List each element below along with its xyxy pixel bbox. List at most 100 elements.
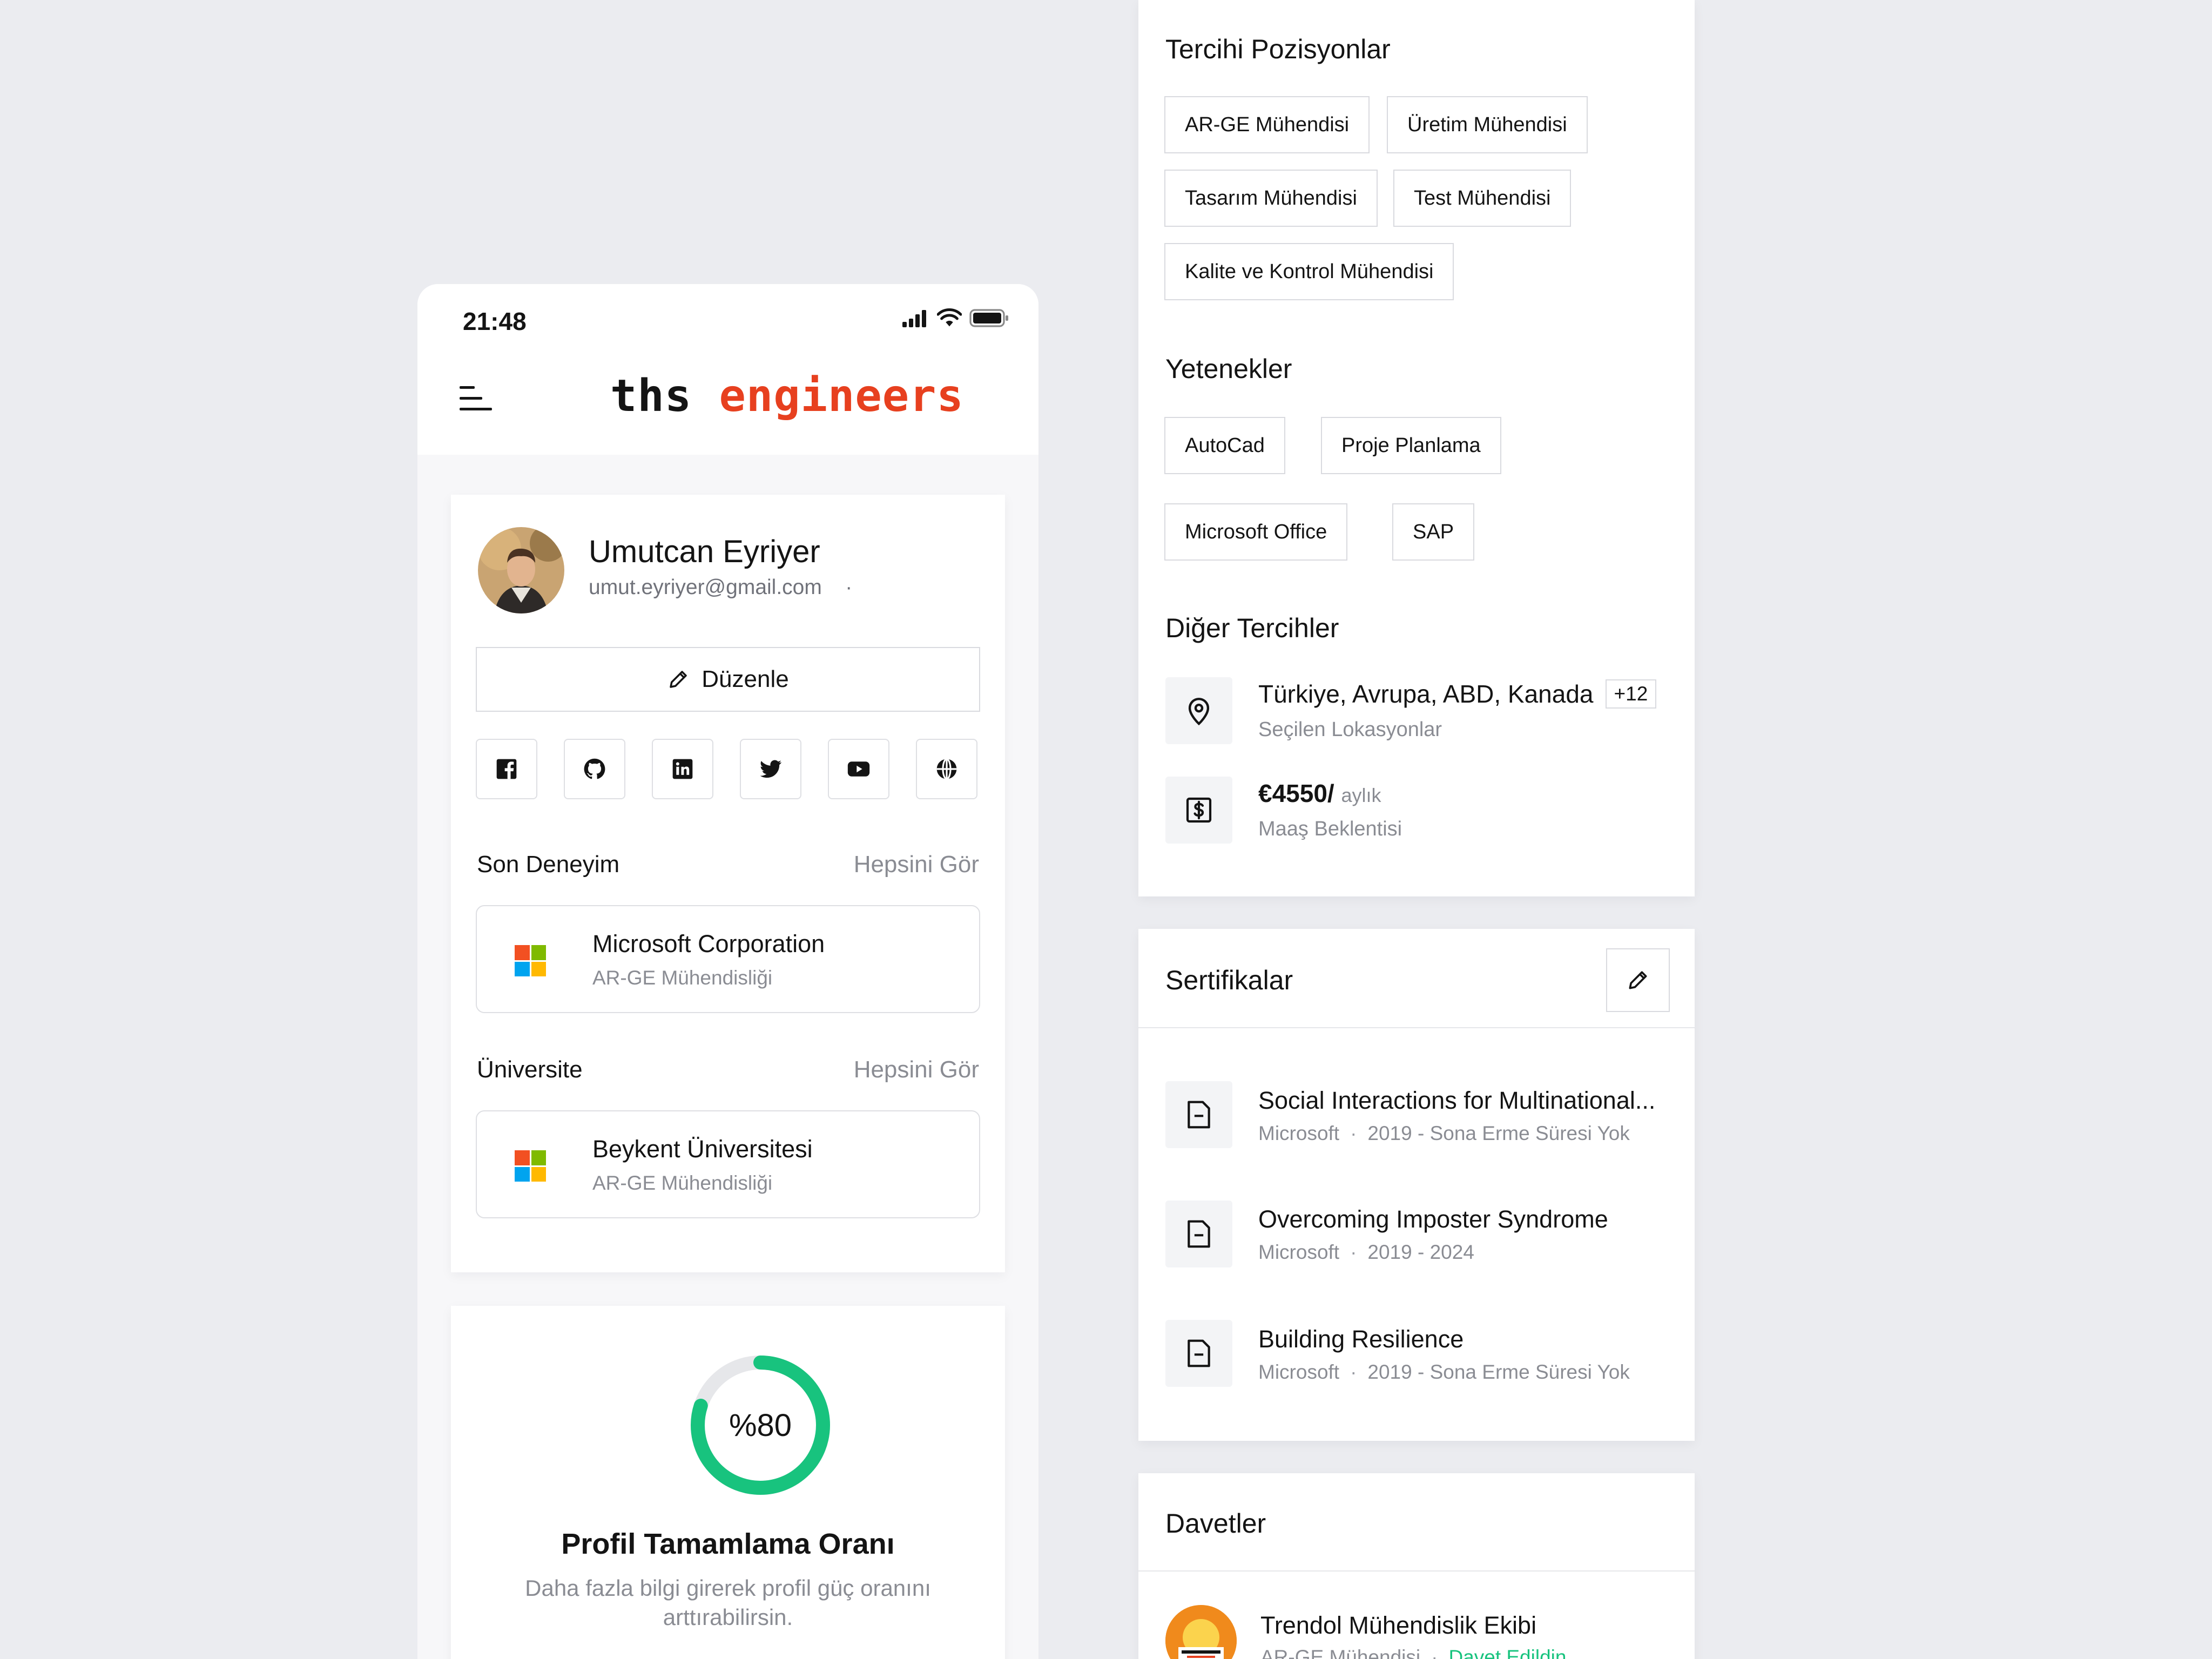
position-chip[interactable]: Test Mühendisi [1393, 170, 1572, 227]
skill-chip[interactable]: Proje Planlama [1321, 417, 1501, 474]
linkedin-icon [672, 759, 693, 779]
position-chip[interactable]: Tasarım Mühendisi [1164, 170, 1378, 227]
edit-certificates-button[interactable] [1606, 948, 1670, 1012]
facebook-button[interactable] [476, 739, 537, 799]
pencil-icon [670, 671, 687, 688]
certificate-issuer: Microsoft [1258, 1241, 1340, 1263]
divider [1138, 1027, 1695, 1028]
salary-unit: aylık [1341, 784, 1381, 806]
completion-title: Profil Tamamlama Oranı [561, 1528, 895, 1560]
avatar [478, 527, 564, 613]
salary-value: €4550/ aylık [1258, 779, 1381, 808]
experience-company: Microsoft Corporation [592, 930, 825, 957]
user-name: Umutcan Eyriyer [589, 534, 820, 569]
university-item[interactable]: Beykent Üniversitesi AR-GE Mühendisliği [476, 1110, 980, 1218]
wifi-icon [937, 308, 962, 327]
salary-label: Maaş Beklentisi [1258, 818, 1402, 840]
website-button[interactable] [916, 739, 977, 799]
twitter-button[interactable] [740, 739, 801, 799]
certificate-title[interactable]: Social Interactions for Multinational... [1258, 1087, 1655, 1115]
email-text: umut.eyriyer@gmail.com [589, 576, 822, 599]
document-icon [1165, 1320, 1232, 1387]
user-email: umut.eyriyer@gmail.com · [589, 576, 852, 599]
team-logo-icon [1165, 1605, 1237, 1659]
certificate-period: 2019 - Sona Erme Süresi Yok [1367, 1361, 1630, 1383]
pencil-icon [1629, 971, 1647, 989]
experience-see-all-link[interactable]: Hepsini Gör [854, 851, 979, 878]
locations-label: Seçilen Lokasyonlar [1258, 718, 1442, 741]
youtube-icon [847, 761, 870, 777]
profile-card: Umutcan Eyriyer umut.eyriyer@gmail.com ·… [451, 495, 1005, 1272]
invitations-card: Davetler Trendol Mühendislik Ekibi AR-GE… [1138, 1473, 1695, 1659]
preferences-card: Tercihi Pozisyonlar AR-GE Mühendisi Üret… [1138, 0, 1695, 896]
status-time: 21:48 [463, 307, 527, 335]
globe-icon [936, 758, 957, 780]
university-name: Beykent Üniversitesi [592, 1135, 813, 1163]
position-chip[interactable]: Kalite ve Kontrol Mühendisi [1164, 243, 1454, 300]
university-see-all-link[interactable]: Hepsini Gör [854, 1056, 979, 1083]
logo-text-engineers: engineers [719, 370, 964, 422]
github-icon [584, 758, 605, 779]
invitation-status: Davet Edildin [1448, 1646, 1567, 1659]
position-chip[interactable]: Üretim Mühendisi [1387, 96, 1588, 153]
certificate-period: 2019 - Sona Erme Süresi Yok [1367, 1122, 1630, 1144]
completion-description: Daha fazla bilgi girerek profil güç oran… [500, 1574, 956, 1632]
profile-completion-card: %80 Profil Tamamlama Oranı Daha fazla bi… [451, 1306, 1005, 1659]
status-icons [901, 308, 1009, 328]
document-icon [1165, 1201, 1232, 1267]
completion-desc-line2: arttırabilirsin. [663, 1604, 793, 1630]
twitter-icon [760, 760, 782, 778]
certificate-title[interactable]: Overcoming Imposter Syndrome [1258, 1205, 1608, 1233]
facebook-icon [496, 759, 517, 779]
certificate-issuer: Microsoft [1258, 1361, 1340, 1383]
battery-icon [969, 309, 1008, 327]
completion-percent: %80 [729, 1407, 792, 1443]
dollar-icon [1165, 777, 1232, 844]
divider [1138, 1570, 1695, 1572]
github-button[interactable] [564, 739, 625, 799]
signal-icon [902, 310, 926, 327]
app-logo: ths engineers [610, 370, 964, 422]
invitation-role: AR-GE Mühendisi [1260, 1646, 1421, 1659]
certificate-meta: Microsoft · 2019 - Sona Erme Süresi Yok [1258, 1361, 1630, 1383]
edit-button-label: Düzenle [702, 666, 789, 692]
skill-chip[interactable]: SAP [1392, 503, 1475, 561]
certificate-meta: Microsoft · 2019 - 2024 [1258, 1241, 1474, 1263]
mobile-screen: 21:48 ths engineers Umutcan Eyriyer umut… [417, 284, 1038, 1659]
other-prefs-title: Diğer Tercihler [1165, 613, 1339, 643]
edit-profile-button[interactable]: Düzenle [476, 647, 980, 712]
university-role: AR-GE Mühendisliği [592, 1172, 773, 1194]
youtube-button[interactable] [828, 739, 889, 799]
location-pin-icon [1165, 677, 1232, 744]
document-icon [1165, 1081, 1232, 1148]
skills-title: Yetenekler [1165, 354, 1292, 384]
experience-item[interactable]: Microsoft Corporation AR-GE Mühendisliği [476, 905, 980, 1013]
skill-chip[interactable]: Microsoft Office [1164, 503, 1348, 561]
logo-text-ths: ths [610, 370, 692, 422]
skill-chip[interactable]: AutoCad [1164, 417, 1285, 474]
certificates-title: Sertifikalar [1165, 965, 1293, 995]
locations-text: Türkiye, Avrupa, ABD, Kanada [1258, 680, 1594, 708]
linkedin-button[interactable] [652, 739, 713, 799]
positions-title: Tercihi Pozisyonlar [1165, 34, 1391, 64]
salary-amount: €4550/ [1258, 779, 1334, 807]
email-suffix: · [845, 576, 853, 599]
experience-role: AR-GE Mühendisliği [592, 967, 773, 989]
position-chip[interactable]: AR-GE Mühendisi [1164, 96, 1370, 153]
experience-title: Son Deneyim [477, 851, 620, 878]
locations-more-badge[interactable]: +12 [1605, 679, 1657, 709]
university-logo-icon [515, 1150, 546, 1182]
certificate-issuer: Microsoft [1258, 1122, 1340, 1144]
app-header: 21:48 ths engineers [417, 284, 1038, 455]
invitation-team[interactable]: Trendol Mühendislik Ekibi [1260, 1611, 1536, 1640]
university-title: Üniversite [477, 1056, 583, 1083]
invitation-meta: AR-GE Mühendisi · Davet Edildin [1260, 1646, 1566, 1659]
completion-desc-line1: Daha fazla bilgi girerek profil güç oran… [525, 1575, 931, 1601]
certificates-card: Sertifikalar Social Interactions for Mul… [1138, 929, 1695, 1441]
locations-value: Türkiye, Avrupa, ABD, Kanada +12 [1258, 679, 1657, 709]
certificate-meta: Microsoft · 2019 - Sona Erme Süresi Yok [1258, 1122, 1630, 1144]
menu-icon[interactable] [460, 384, 492, 413]
invitations-title: Davetler [1165, 1508, 1266, 1539]
microsoft-logo-icon [515, 945, 546, 976]
certificate-title[interactable]: Building Resilience [1258, 1325, 1464, 1353]
